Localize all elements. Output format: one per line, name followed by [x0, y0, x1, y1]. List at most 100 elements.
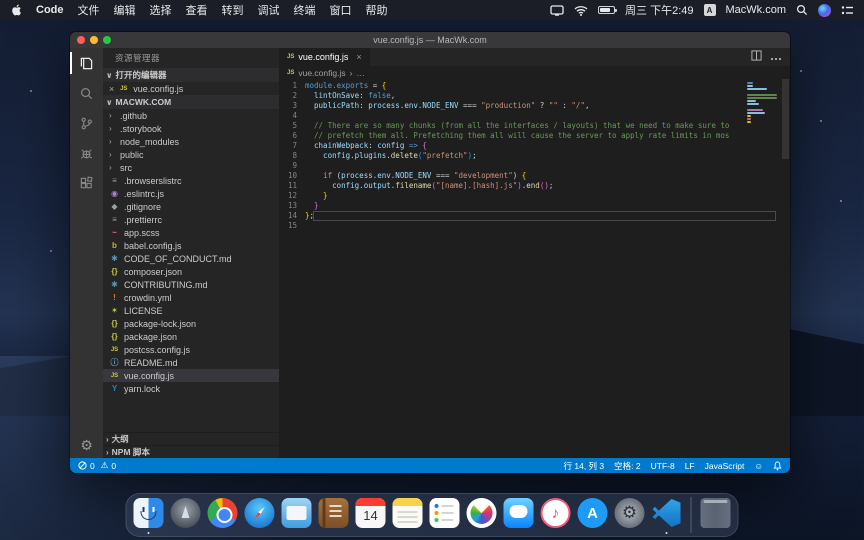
npm-scripts-section[interactable]: › NPM 脚本	[103, 445, 279, 458]
tree-folder-public[interactable]: ›public	[103, 148, 279, 161]
tree-file-.browserslistrc[interactable]: ≡.browserslistrc	[103, 174, 279, 187]
code-line-10[interactable]: 10 if (process.env.NODE_ENV === "develop…	[279, 171, 790, 181]
menu-item-编辑[interactable]: 编辑	[114, 5, 136, 17]
tree-folder-node_modules[interactable]: ›node_modules	[103, 135, 279, 148]
menu-item-帮助[interactable]: 帮助	[366, 5, 388, 17]
split-editor-icon[interactable]	[751, 48, 762, 66]
display-icon[interactable]	[550, 5, 564, 16]
menu-item-文件[interactable]: 文件	[78, 5, 100, 17]
window-titlebar[interactable]: vue.config.js — MacWk.com	[70, 32, 790, 48]
wifi-icon[interactable]	[574, 5, 588, 16]
menu-item-转到[interactable]: 转到	[222, 5, 244, 17]
dock-messages-icon[interactable]	[503, 498, 535, 532]
menu-item-窗口[interactable]: 窗口	[330, 5, 352, 17]
code-line-14[interactable]: 14};	[279, 211, 790, 221]
outline-section[interactable]: › 大纲	[103, 432, 279, 445]
dock-music-icon[interactable]	[540, 498, 572, 532]
tree-file-LICENSE[interactable]: ✶LICENSE	[103, 304, 279, 317]
menu-item-查看[interactable]: 查看	[186, 5, 208, 17]
dock-contacts-icon[interactable]	[318, 498, 350, 532]
eol-sequence[interactable]: LF	[685, 461, 695, 471]
tree-file-composer.json[interactable]: {}composer.json	[103, 265, 279, 278]
code-line-7[interactable]: 7 chainWebpack: config => {	[279, 141, 790, 151]
debug-icon[interactable]	[70, 138, 103, 168]
editor-scrollbar[interactable]	[781, 79, 790, 458]
problems-errors[interactable]: 0	[78, 461, 95, 471]
dock-launchpad-icon[interactable]	[170, 498, 202, 532]
open-editor-item-vue-config[interactable]: × JS vue.config.js	[103, 82, 279, 95]
code-line-15[interactable]: 15	[279, 221, 790, 231]
breadcrumb[interactable]: JS vue.config.js › …	[279, 66, 790, 79]
tree-file-app.scss[interactable]: ~app.scss	[103, 226, 279, 239]
spotlight-search-icon[interactable]	[796, 4, 808, 16]
notification-center-icon[interactable]	[841, 5, 854, 16]
dock-photos-icon[interactable]	[466, 498, 498, 532]
dock-notes-icon[interactable]	[392, 498, 424, 532]
tree-file-yarn.lock[interactable]: Yyarn.lock	[103, 382, 279, 395]
minimap[interactable]	[747, 82, 777, 127]
tree-file-package-lock.json[interactable]: {}package-lock.json	[103, 317, 279, 330]
tab-vue-config-js[interactable]: JS vue.config.js ×	[279, 48, 371, 66]
apple-menu-icon[interactable]	[10, 4, 22, 16]
menu-item-终端[interactable]: 终端	[294, 5, 316, 17]
code-line-11[interactable]: 11 config.output.filename("[name].[hash]…	[279, 181, 790, 191]
dock-vscode-icon[interactable]	[651, 498, 683, 532]
code-line-1[interactable]: 1module.exports = {	[279, 81, 790, 91]
code-line-6[interactable]: 6 // prefetch them all. Prefetching them…	[279, 131, 790, 141]
dock-reminders-icon[interactable]	[429, 498, 461, 532]
code-line-4[interactable]: 4	[279, 111, 790, 121]
explorer-icon[interactable]	[70, 48, 103, 78]
siri-icon[interactable]	[818, 4, 831, 17]
indentation[interactable]: 空格: 2	[614, 460, 640, 472]
source-control-icon[interactable]	[70, 108, 103, 138]
code-line-5[interactable]: 5 // There are so many chunks (from all …	[279, 121, 790, 131]
code-line-3[interactable]: 3 publicPath: process.env.NODE_ENV === "…	[279, 101, 790, 111]
close-editor-icon[interactable]: ×	[109, 84, 114, 94]
tree-folder-.storybook[interactable]: ›.storybook	[103, 122, 279, 135]
dock-mail-icon[interactable]	[281, 498, 313, 532]
encoding[interactable]: UTF-8	[651, 461, 675, 471]
tree-folder-src[interactable]: ›src	[103, 161, 279, 174]
settings-gear-icon[interactable]: ⚙	[80, 437, 93, 454]
project-root-section[interactable]: ∨ MACWK.COM	[103, 95, 279, 109]
tree-file-.eslintrc.js[interactable]: ◉.eslintrc.js	[103, 187, 279, 200]
tree-file-CODE_OF_CONDUCT.md[interactable]: ✱CODE_OF_CONDUCT.md	[103, 252, 279, 265]
problems-warnings[interactable]: ⚠ 0	[101, 460, 116, 471]
cursor-position[interactable]: 行 14, 列 3	[564, 460, 605, 472]
more-actions-icon[interactable]	[770, 48, 782, 66]
tree-file-package.json[interactable]: {}package.json	[103, 330, 279, 343]
menu-app-name[interactable]: Code	[36, 4, 64, 16]
dock-appstore-icon[interactable]	[577, 498, 609, 532]
code-line-2[interactable]: 2 lintOnSave: false,	[279, 91, 790, 101]
code-line-8[interactable]: 8 config.plugins.delete("prefetch");	[279, 151, 790, 161]
menu-item-选择[interactable]: 选择	[150, 5, 172, 17]
extensions-icon[interactable]	[70, 168, 103, 198]
tree-file-babel.config.js[interactable]: bbabel.config.js	[103, 239, 279, 252]
code-line-12[interactable]: 12 }	[279, 191, 790, 201]
dock-chrome-icon[interactable]	[207, 498, 239, 532]
tree-folder-.github[interactable]: ›.github	[103, 109, 279, 122]
tree-file-CONTRIBUTING.md[interactable]: ✱CONTRIBUTING.md	[103, 278, 279, 291]
notifications-bell-icon[interactable]	[773, 461, 782, 471]
battery-icon[interactable]	[598, 6, 615, 14]
menu-account[interactable]: MacWk.com	[726, 4, 787, 16]
tree-file-postcss.config.js[interactable]: JSpostcss.config.js	[103, 343, 279, 356]
code-line-13[interactable]: 13 }	[279, 201, 790, 211]
code-area[interactable]: 1module.exports = {2 lintOnSave: false,3…	[279, 79, 790, 458]
input-method-badge[interactable]: A	[704, 4, 716, 16]
dock-trash-icon[interactable]	[700, 498, 732, 532]
search-icon[interactable]	[70, 78, 103, 108]
tree-file-crowdin.yml[interactable]: !crowdin.yml	[103, 291, 279, 304]
tree-file-.gitignore[interactable]: ◆.gitignore	[103, 200, 279, 213]
dock-settings-icon[interactable]	[614, 498, 646, 532]
tree-file-README.md[interactable]: ⓘREADME.md	[103, 356, 279, 369]
open-editors-section[interactable]: ∨ 打开的编辑器	[103, 68, 279, 82]
dock-finder-icon[interactable]	[133, 498, 165, 532]
language-mode[interactable]: JavaScript	[705, 461, 745, 471]
dock-calendar-icon[interactable]: 14	[355, 498, 387, 532]
dock-safari-icon[interactable]	[244, 498, 276, 532]
tree-file-vue.config.js[interactable]: JSvue.config.js	[103, 369, 279, 382]
code-line-9[interactable]: 9	[279, 161, 790, 171]
menu-clock[interactable]: 周三 下午2:49	[625, 2, 693, 18]
feedback-smiley-icon[interactable]: ☺	[754, 461, 763, 471]
